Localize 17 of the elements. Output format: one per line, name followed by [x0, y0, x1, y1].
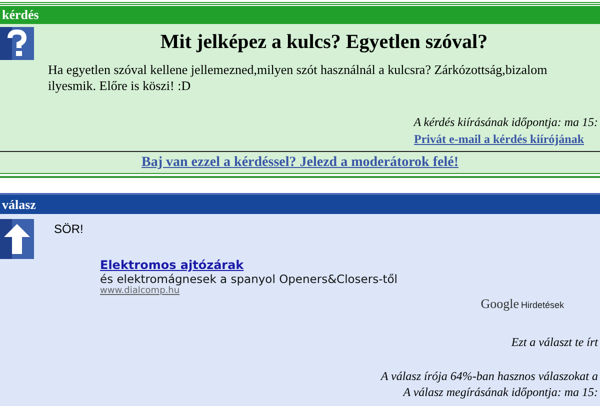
usefulness-text: A válasz írója 64%-ban hasznos válaszokat a: [380, 368, 598, 384]
posted-time: A válasz megírásának időpontja: ma 15:: [403, 384, 598, 400]
posted-time: A kérdés kiírásának időpontja: ma 15:: [414, 114, 598, 130]
question-mark-icon: [0, 27, 34, 60]
ad-description: és elektromágnesek a spanyol Openers&Closers-től: [100, 272, 398, 286]
section-title: válasz: [1, 196, 36, 212]
ad-url[interactable]: www.dialcomp.hu: [100, 286, 180, 296]
question-title: Mit jelképez a kulcs? Egyetlen szóval?: [159, 30, 489, 54]
answer-text: SÖR!: [54, 222, 84, 236]
arrow-up-icon: [0, 219, 34, 259]
section-title: kérdés: [1, 7, 39, 23]
private-mail-link[interactable]: Privát e-mail a kérdés kiírójának: [414, 130, 584, 148]
author-note: Ezt a választ te írt: [511, 334, 598, 350]
ads-label: Hirdetések: [520, 300, 564, 310]
ad-brand-logo: Google: [480, 296, 519, 312]
ad-link[interactable]: Elektromos ajtózárak: [100, 258, 244, 272]
question-text: Ha egyetlen szóval kellene jellemezned,milyen szót használnál a kulcsra? Zárkózottság,bizalom ilyesmik. Előre is köszi! :D: [48, 62, 548, 94]
